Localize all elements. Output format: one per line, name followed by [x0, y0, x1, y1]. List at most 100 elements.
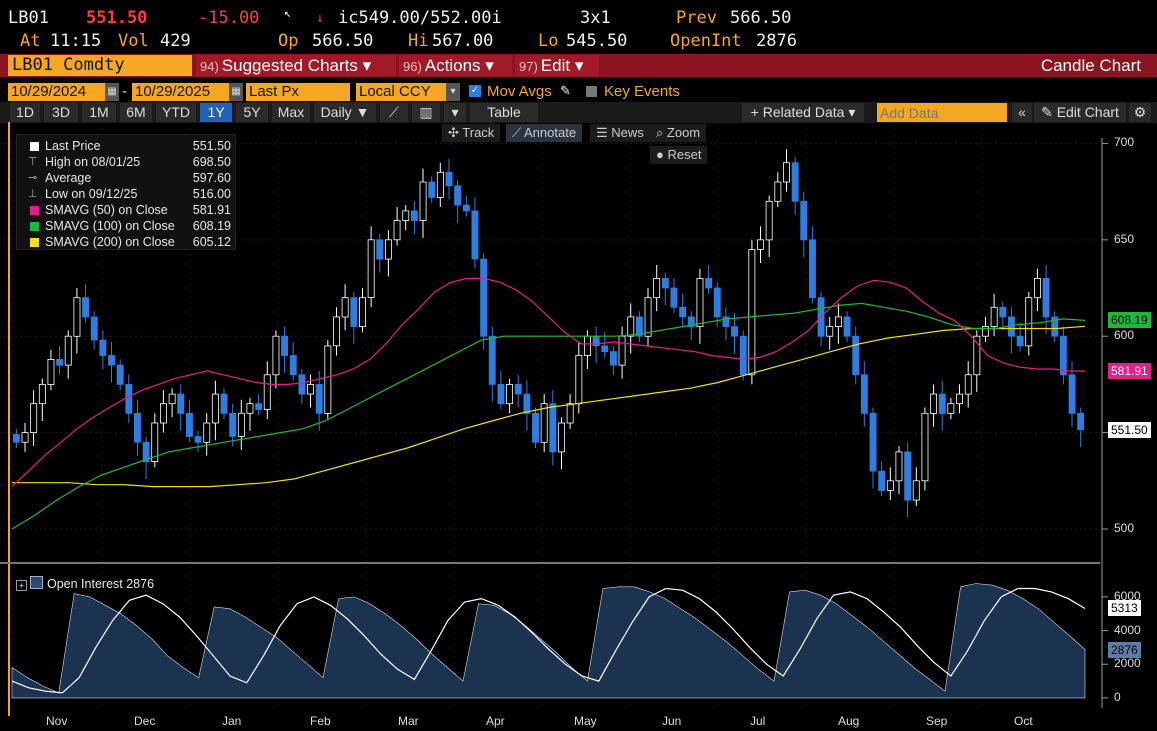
candle-body — [333, 316, 340, 347]
candle-body — [30, 403, 38, 434]
x-tick-label: Nov — [46, 714, 68, 728]
y-tick-label: 650 — [1114, 231, 1135, 246]
candle-body — [627, 316, 635, 337]
candle-body — [229, 412, 237, 437]
annotate-button[interactable]: ⟋ Annotate — [506, 124, 583, 142]
candle-body — [488, 335, 496, 385]
x-tick-label: Mar — [398, 714, 419, 728]
candle-body — [159, 403, 167, 424]
candle-body — [237, 412, 245, 437]
candle-body — [272, 335, 280, 376]
candle-body — [869, 412, 877, 472]
candle-body — [64, 335, 72, 366]
candle-body — [956, 393, 963, 405]
candle-body — [255, 403, 263, 410]
candle-body — [436, 171, 444, 198]
legend-name: Average — [45, 171, 92, 185]
search-icon: ⌕ — [656, 125, 667, 140]
price-tag: 551.50 — [1108, 421, 1151, 438]
legend-value: 551.50 — [192, 139, 231, 153]
candle-body — [653, 277, 661, 299]
x-tick-label: Jul — [750, 714, 766, 728]
oi-swatch — [30, 576, 43, 589]
candle-body — [748, 249, 756, 376]
candle-body — [523, 393, 531, 414]
candle-body — [739, 335, 747, 376]
candle-body — [125, 383, 133, 414]
x-tick-label: Feb — [310, 714, 331, 728]
candle-body — [384, 239, 392, 260]
candle-body — [765, 200, 773, 241]
legend-entry[interactable]: ⊤ High on 08/01/25 698.50 — [17, 154, 235, 170]
candle-body — [263, 374, 271, 410]
legend-entry[interactable]: ⊸ Average 597.60 — [17, 170, 235, 186]
price-tag: 581.91 — [1108, 363, 1151, 380]
candle-body — [549, 403, 557, 453]
candle-body — [38, 383, 46, 405]
x-tick-label: Jan — [222, 714, 242, 728]
candle-body — [307, 383, 314, 395]
candle-body — [670, 287, 678, 308]
high-marker-icon: ⊤ — [28, 156, 38, 168]
x-tick-label: Sep — [926, 714, 948, 728]
oi-tick-label: 4000 — [1114, 622, 1141, 637]
x-tick-label: May — [574, 714, 597, 728]
candle-body — [575, 355, 583, 405]
legend-entry[interactable]: SMAVG (50) on Close 581.91 — [17, 202, 235, 218]
candle-body — [774, 181, 782, 202]
legend-value: 597.60 — [192, 171, 231, 185]
candle-body — [644, 297, 652, 337]
candle-body — [886, 480, 894, 491]
candle-body — [177, 393, 185, 414]
candle-body — [99, 339, 107, 356]
news-button[interactable]: ☰ News — [590, 124, 650, 142]
candle-body — [1025, 297, 1033, 347]
legend-entry[interactable]: Last Price 551.50 — [17, 138, 235, 154]
candle-body — [376, 239, 384, 260]
candle-body — [133, 412, 141, 443]
candle-body — [90, 316, 98, 341]
oi-area-layer — [11, 583, 1086, 699]
candle-body — [203, 422, 211, 443]
legend-entry[interactable]: SMAVG (100) on Close 608.19 — [17, 218, 235, 234]
legend-entry[interactable]: SMAVG (200) on Close 605.12 — [17, 234, 235, 250]
candle-body — [480, 258, 488, 337]
candle-body — [731, 326, 738, 337]
candle-body — [964, 374, 972, 395]
candle-body — [246, 403, 254, 414]
oi-tick-label: 0 — [1114, 689, 1121, 704]
candle-body — [938, 393, 946, 414]
track-button[interactable]: ✣ Track — [442, 124, 501, 142]
zoom-button[interactable]: ⌕ Zoom — [650, 124, 707, 142]
candle-body — [471, 210, 479, 260]
legend-swatch — [30, 206, 39, 215]
candle-body — [1059, 335, 1067, 376]
legend-swatch — [30, 222, 39, 231]
candle-body — [497, 383, 505, 405]
annotate-icon: ⟋ — [512, 125, 524, 140]
candle-body — [168, 393, 176, 405]
legend-swatch — [30, 238, 39, 247]
legend-value: 581.91 — [192, 203, 231, 217]
x-tick-label: Aug — [838, 714, 860, 728]
track-icon: ✣ — [448, 125, 463, 140]
low-marker-icon: ⊥ — [28, 188, 38, 200]
legend-value: 605.12 — [192, 235, 231, 249]
candle-body — [445, 171, 453, 187]
legend-entry[interactable]: ⊥ Low on 09/12/25 516.00 — [17, 186, 235, 202]
candle-body — [878, 470, 886, 491]
reset-button[interactable]: ● Reset — [650, 146, 708, 164]
candle-body — [12, 434, 20, 443]
zoom-label: Zoom — [666, 125, 701, 140]
candle-body — [1042, 277, 1050, 318]
chart-canvas[interactable] — [0, 0, 1157, 731]
candle-body — [281, 335, 288, 356]
candle-body — [791, 162, 799, 202]
chart-legend[interactable]: Last Price 551.50 ⊤ High on 08/01/25 698.50 ⊸… — [16, 134, 236, 250]
oi-tick-label: 2000 — [1114, 656, 1141, 671]
candle-body — [402, 210, 410, 221]
expand-icon[interactable]: + — [16, 580, 27, 591]
candle-body — [895, 451, 903, 482]
candle-body — [835, 316, 842, 327]
candle-body — [211, 393, 219, 424]
